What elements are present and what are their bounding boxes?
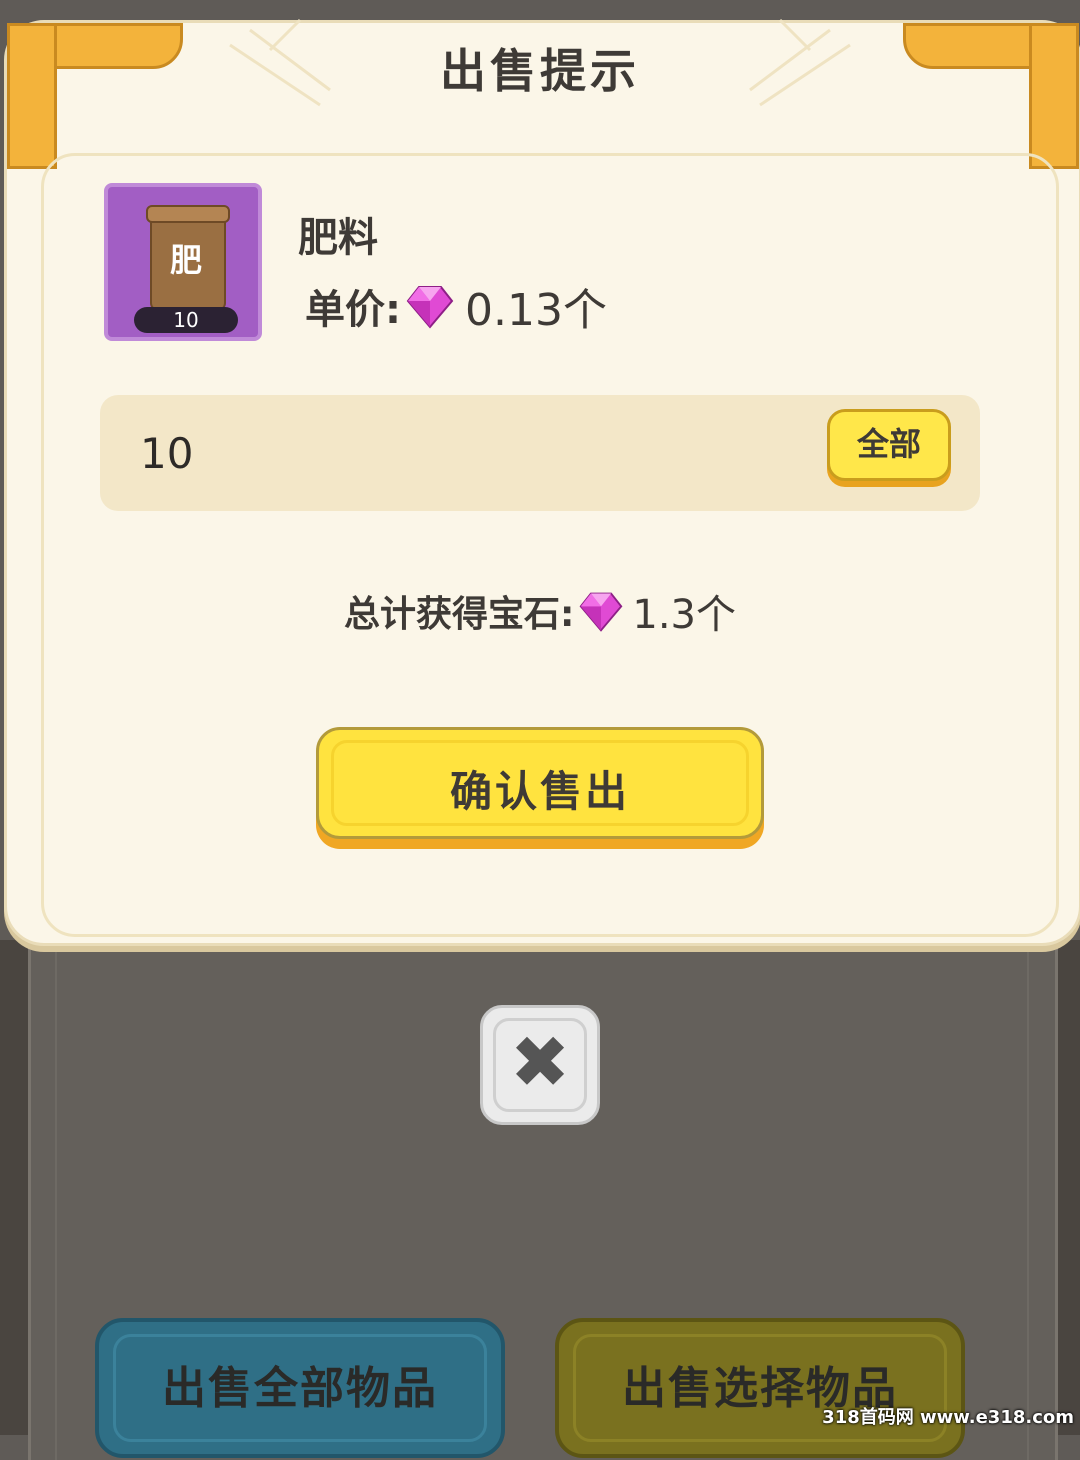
item-icon-fertilizer: 肥 10 [104, 183, 262, 341]
sell-selected-items-button[interactable]: 出售选择物品 [555, 1318, 965, 1458]
close-button[interactable]: ✖ [480, 1005, 600, 1125]
item-name: 肥料 [298, 215, 378, 261]
background-edge-left [0, 940, 28, 1435]
gem-icon [406, 286, 454, 329]
item-icon-label: 肥 [169, 241, 202, 279]
confirm-sell-label: 确认售出 [449, 767, 630, 816]
select-all-button[interactable]: 全部 [827, 409, 951, 481]
total-gems-label: 总计获得宝石: [343, 594, 575, 635]
sell-all-items-button[interactable]: 出售全部物品 [95, 1318, 505, 1458]
close-icon: ✖ [509, 1020, 571, 1104]
dialog-title: 出售提示 [440, 44, 640, 98]
item-count-badge: 10 [134, 307, 238, 333]
quantity-field[interactable]: 10 全部 [100, 395, 980, 511]
watermark: 318首码网 www.e318.com [822, 1407, 1074, 1428]
unit-price-value: 0.13个 [465, 285, 607, 336]
gem-icon [579, 592, 623, 632]
unit-price-row: 单价: 0.13个 [305, 278, 607, 336]
confirm-sell-button[interactable]: 确认售出 [316, 727, 764, 839]
total-gems-value: 1.3个 [632, 592, 737, 638]
unit-price-label: 单价: [305, 287, 401, 333]
total-gems-row: 总计获得宝石: 1.3个 [0, 582, 1080, 640]
quantity-value[interactable]: 10 [140, 429, 193, 478]
sell-all-label: 出售全部物品 [162, 1363, 438, 1414]
fertilizer-bag-top [146, 205, 230, 223]
